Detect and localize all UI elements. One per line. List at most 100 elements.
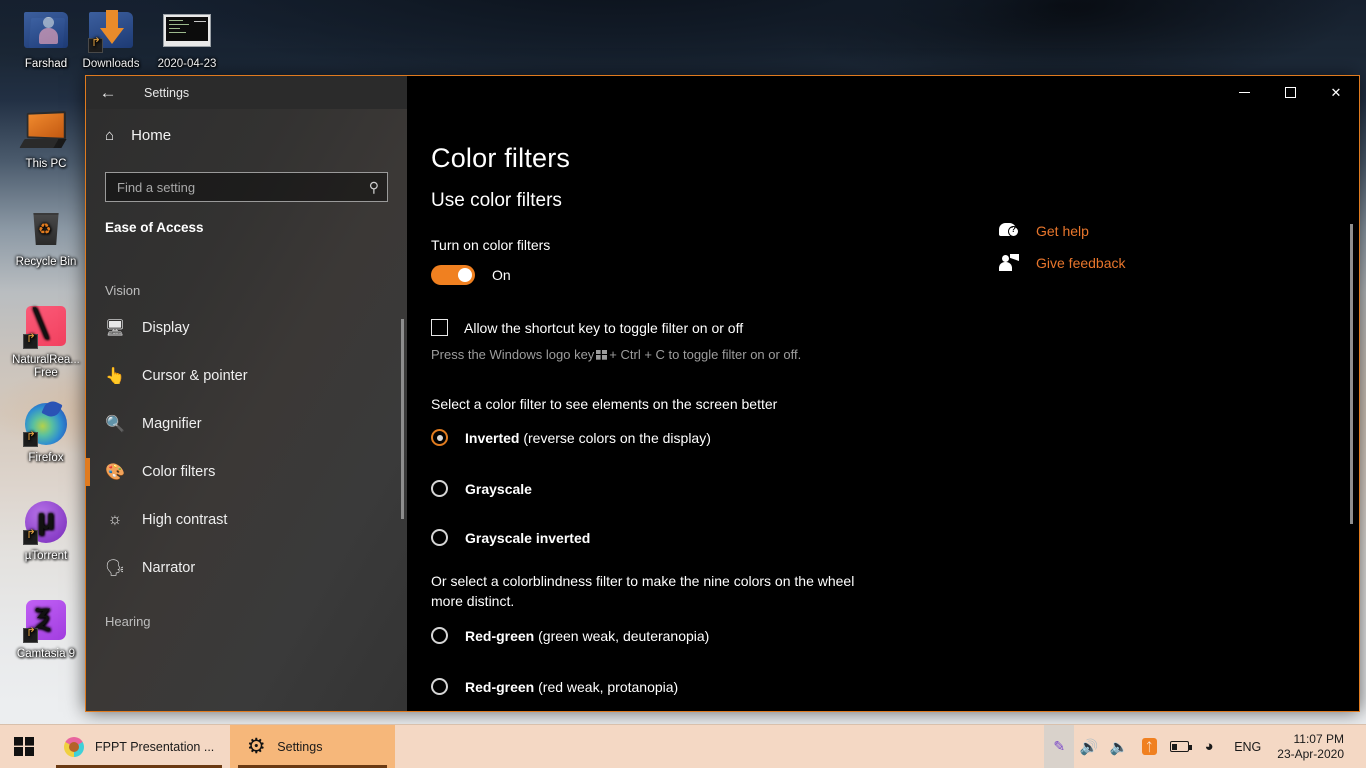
cursor-icon: 👆 bbox=[105, 366, 125, 386]
filter-label-grayscale: Grayscale bbox=[465, 481, 532, 497]
desktop-icon-camtasia[interactable]: Ⲝ Camtasia 9 bbox=[7, 596, 85, 661]
radio-inverted[interactable] bbox=[431, 429, 448, 446]
filter-option-grayscale[interactable]: Grayscale bbox=[431, 480, 1359, 497]
close-icon[interactable]: ✕ bbox=[1313, 76, 1359, 109]
filter-label-inverted: Inverted (reverse colors on the display) bbox=[465, 430, 711, 446]
folder-download-icon bbox=[87, 6, 135, 54]
windows-start-icon bbox=[14, 737, 34, 756]
shortcut-checkbox-label: Allow the shortcut key to toggle filter … bbox=[464, 320, 743, 336]
sidebar-item-color-filters[interactable]: 🎨 Color filters bbox=[86, 448, 407, 496]
window-title: Settings bbox=[144, 86, 189, 100]
window-controls: ✕ bbox=[407, 76, 1359, 109]
sidebar-group-vision: Vision bbox=[86, 283, 407, 298]
minimize-icon[interactable] bbox=[1221, 76, 1267, 109]
filter-option-deuteranopia[interactable]: Red-green (green weak, deuteranopia) bbox=[431, 627, 1359, 644]
sidebar-category-title: Ease of Access bbox=[105, 220, 388, 235]
settings-window: ← Settings ✕ ⌂ Home ⚲ Ease of Access Vis… bbox=[85, 75, 1360, 712]
camtasia-icon: Ⲝ bbox=[22, 596, 70, 644]
filter-desc: (green weak, deuteranopia) bbox=[538, 628, 709, 644]
sidebar-item-label: High contrast bbox=[142, 512, 227, 528]
filter-label-protanopia: Red-green (red weak, protanopia) bbox=[465, 679, 678, 695]
sidebar-item-narrator[interactable]: 🗣 Narrator bbox=[86, 544, 407, 592]
sidebar-item-magnifier[interactable]: 🔍 Magnifier bbox=[86, 400, 407, 448]
naturalreader-icon: ╲ bbox=[22, 302, 70, 350]
brightness-icon: ☼ bbox=[105, 511, 125, 529]
give-feedback-label: Give feedback bbox=[1036, 255, 1126, 271]
start-button[interactable] bbox=[0, 725, 48, 768]
windows-logo-key-icon bbox=[596, 350, 607, 360]
color-filters-toggle[interactable] bbox=[431, 265, 475, 285]
section-title: Use color filters bbox=[431, 190, 1359, 212]
desktop-icon-downloads[interactable]: Downloads bbox=[72, 6, 150, 71]
window-titlebar: ← Settings ✕ bbox=[86, 76, 1359, 109]
shortcut-hint-after: + Ctrl + C to toggle filter on or off. bbox=[609, 347, 801, 362]
filter-desc: (red weak, protanopia) bbox=[538, 679, 678, 695]
filter-option-inverted[interactable]: Inverted (reverse colors on the display) bbox=[431, 429, 1359, 446]
maximize-icon[interactable] bbox=[1267, 76, 1313, 109]
palette-icon: 🎨 bbox=[105, 462, 125, 482]
filter-label-deuteranopia: Red-green (green weak, deuteranopia) bbox=[465, 628, 709, 644]
filter-name: Grayscale bbox=[465, 481, 532, 497]
titlebar-left: ← Settings bbox=[86, 76, 407, 109]
battery-icon[interactable] bbox=[1164, 725, 1194, 768]
sidebar-scrollbar[interactable] bbox=[401, 319, 404, 519]
sidebar-item-home[interactable]: ⌂ Home bbox=[86, 113, 407, 158]
taskbar-button-label: FPPT Presentation ... bbox=[95, 740, 214, 754]
radio-red-green-deuteranopia[interactable] bbox=[431, 627, 448, 644]
clock[interactable]: 11:07 PM 23-Apr-2020 bbox=[1271, 732, 1358, 762]
sidebar-item-high-contrast[interactable]: ☼ High contrast bbox=[86, 496, 407, 544]
get-help-link[interactable]: Get help bbox=[999, 222, 1209, 240]
system-tray: ✎ 🔊 🔈 ᛏ ◕ ENG 11:07 PM 23-Apr-2020 bbox=[1044, 725, 1366, 768]
color-filters-toggle-row: On bbox=[431, 265, 1359, 285]
desktop-icon-naturalreader[interactable]: ╲ NaturalRea... Free bbox=[7, 302, 85, 380]
desktop-icon-firefox[interactable]: Firefox bbox=[7, 400, 85, 465]
filter-option-grayscale-inverted[interactable]: Grayscale inverted bbox=[431, 529, 1359, 546]
sidebar-item-label: Magnifier bbox=[142, 416, 202, 432]
desktop-icon-recycle-bin[interactable]: ♻ Recycle Bin bbox=[7, 204, 85, 269]
radio-grayscale[interactable] bbox=[431, 480, 448, 497]
colorblind-prompt: Or select a colorblindness filter to mak… bbox=[431, 571, 861, 611]
language-indicator[interactable]: ENG bbox=[1224, 740, 1271, 754]
taskbar-button-label: Settings bbox=[277, 740, 322, 754]
snip-sketch-icon[interactable]: ✎ bbox=[1044, 725, 1074, 768]
filter-name: Red-green bbox=[465, 679, 534, 695]
give-feedback-link[interactable]: Give feedback bbox=[999, 254, 1209, 272]
taskbar-button-settings[interactable]: ⚙ Settings bbox=[230, 725, 395, 768]
settings-sidebar: ⌂ Home ⚲ Ease of Access Vision 🖥 Display… bbox=[86, 109, 407, 711]
filter-name: Grayscale inverted bbox=[465, 530, 590, 546]
help-links: Get help Give feedback bbox=[999, 222, 1209, 286]
feedback-person-icon bbox=[999, 254, 1019, 272]
main-scrollbar[interactable] bbox=[1350, 224, 1353, 524]
bluetooth-icon[interactable]: ᛏ bbox=[1134, 725, 1164, 768]
radio-grayscale-inverted[interactable] bbox=[431, 529, 448, 546]
search-box[interactable]: ⚲ bbox=[105, 172, 388, 202]
sidebar-item-display[interactable]: 🖥 Display bbox=[86, 304, 407, 352]
shortcut-checkbox-row[interactable]: Allow the shortcut key to toggle filter … bbox=[431, 319, 1359, 336]
back-arrow-icon[interactable]: ← bbox=[86, 76, 130, 109]
toggle-state-label: On bbox=[492, 267, 511, 283]
clock-date: 23-Apr-2020 bbox=[1277, 747, 1344, 762]
volume-icon[interactable]: 🔈 bbox=[1104, 725, 1134, 768]
desktop-icon-this-pc[interactable]: This PC bbox=[7, 106, 85, 171]
sidebar-item-label: Narrator bbox=[142, 560, 195, 576]
shortcut-checkbox[interactable] bbox=[431, 319, 448, 336]
action-center-icon[interactable]: 🔊 bbox=[1074, 725, 1104, 768]
gear-icon: ⚙ bbox=[246, 737, 266, 757]
taskbar: FPPT Presentation ... ⚙ Settings ✎ 🔊 🔈 ᛏ… bbox=[0, 724, 1366, 768]
search-input[interactable] bbox=[117, 180, 369, 195]
folder-person-icon bbox=[22, 6, 70, 54]
radio-red-green-protanopia[interactable] bbox=[431, 678, 448, 695]
shortcut-hint-before: Press the Windows logo key bbox=[431, 347, 594, 362]
sidebar-item-cursor-pointer[interactable]: 👆 Cursor & pointer bbox=[86, 352, 407, 400]
firefox-icon bbox=[22, 400, 70, 448]
wifi-icon[interactable]: ◕ bbox=[1194, 725, 1224, 768]
get-help-label: Get help bbox=[1036, 223, 1089, 239]
filter-label-grayscale-inverted: Grayscale inverted bbox=[465, 530, 590, 546]
filter-option-protanopia[interactable]: Red-green (red weak, protanopia) bbox=[431, 678, 1359, 695]
desktop-icon-recording[interactable]: 2020-04-23 bbox=[148, 6, 226, 71]
taskbar-button-chrome[interactable]: FPPT Presentation ... bbox=[48, 725, 230, 768]
desktop-icon-utorrent[interactable]: µ µTorrent bbox=[7, 498, 85, 563]
shortcut-hint: Press the Windows logo key + Ctrl + C to … bbox=[431, 347, 1359, 362]
filter-name: Inverted bbox=[465, 430, 519, 446]
filter-prompt: Select a color filter to see elements on… bbox=[431, 394, 1359, 414]
